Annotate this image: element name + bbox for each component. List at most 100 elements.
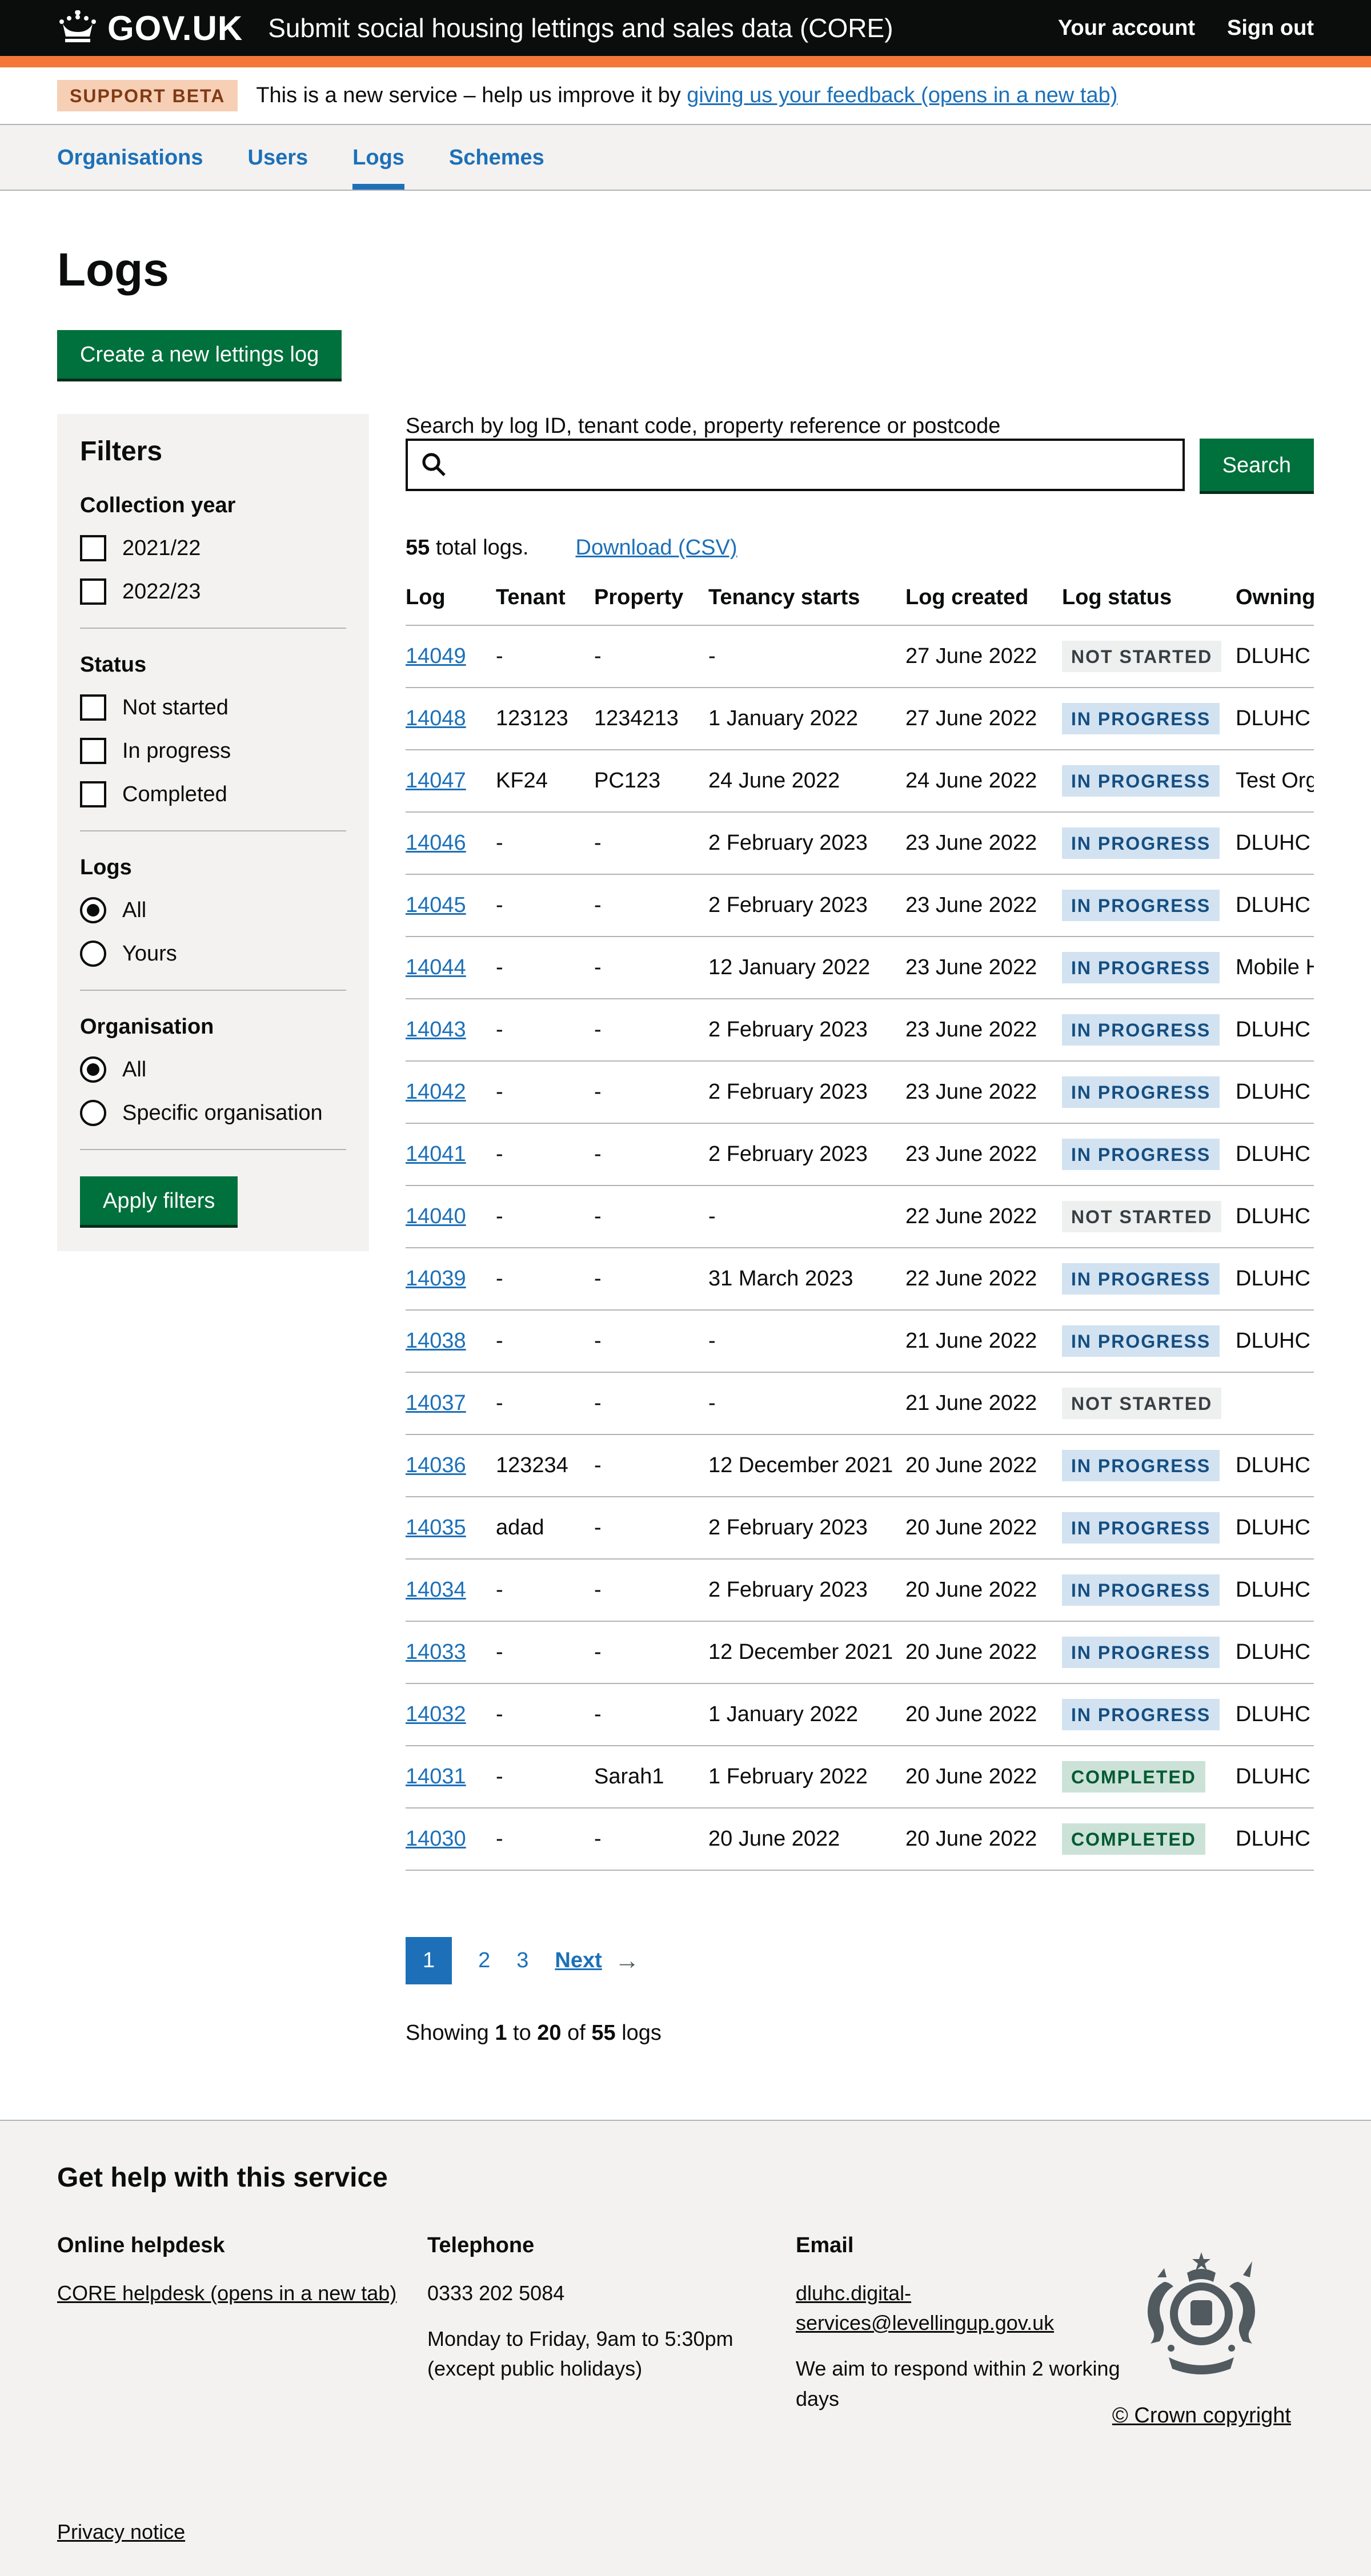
checkbox-input[interactable] — [80, 694, 106, 721]
log-id-link[interactable]: 14047 — [406, 769, 466, 793]
status-badge: COMPLETED — [1062, 1823, 1205, 1855]
pagination-page-link[interactable]: 2 — [478, 1948, 490, 1972]
log-id-link[interactable]: 14033 — [406, 1640, 466, 1664]
checkbox-input[interactable] — [80, 738, 106, 764]
log-id-link[interactable]: 14038 — [406, 1329, 466, 1353]
log-id-link[interactable]: 14031 — [406, 1765, 466, 1789]
log-id-link[interactable]: 14032 — [406, 1702, 466, 1726]
property-cell: - — [594, 1061, 708, 1123]
table-row: 14043--2 February 202323 June 2022IN PRO… — [406, 999, 1314, 1061]
log-id-link[interactable]: 14043 — [406, 1018, 466, 1042]
telephone-hours: Monday to Friday, 9am to 5:30pm (except … — [427, 2324, 796, 2384]
log-created-cell: 21 June 2022 — [905, 1310, 1062, 1372]
search-label: Search by log ID, tenant code, property … — [406, 414, 1000, 438]
log-created-cell: 20 June 2022 — [905, 1497, 1062, 1559]
sign-out-link[interactable]: Sign out — [1227, 16, 1314, 41]
download-csv-link[interactable]: Download (CSV) — [576, 536, 737, 560]
property-cell: - — [594, 1683, 708, 1746]
tenancy-starts-cell: 2 February 2023 — [708, 812, 905, 874]
radio-input[interactable] — [80, 941, 106, 967]
log-id-link[interactable]: 14048 — [406, 706, 466, 730]
tenancy-starts-cell: 1 February 2022 — [708, 1746, 905, 1808]
header-account-nav: Your account Sign out — [1058, 16, 1314, 41]
owning-organisation-cell: DLUHC Test — [1236, 812, 1314, 874]
feedback-link[interactable]: giving us your feedback (opens in a new … — [687, 83, 1117, 107]
table-row: 14047KF24PC12324 June 202224 June 2022IN… — [406, 750, 1314, 812]
log-id-link[interactable]: 14044 — [406, 955, 466, 979]
govuk-logo[interactable]: GOV.UK — [57, 9, 243, 48]
status-badge: NOT STARTED — [1062, 1388, 1221, 1419]
search-input[interactable] — [406, 439, 1185, 491]
core-helpdesk-link[interactable]: CORE helpdesk (opens in a new tab) — [57, 2281, 396, 2305]
pagination-next-link[interactable]: Next — [555, 1948, 602, 1973]
radio-input[interactable] — [80, 1100, 106, 1126]
status-badge: COMPLETED — [1062, 1761, 1205, 1793]
nav-item-schemes[interactable]: Schemes — [449, 125, 544, 190]
tenancy-starts-cell: 1 January 2022 — [708, 1683, 905, 1746]
radio-input[interactable] — [80, 897, 106, 923]
filter-option-label: All — [122, 1058, 146, 1082]
tenancy-starts-cell: - — [708, 1185, 905, 1248]
log-status-cell: IN PROGRESS — [1062, 1061, 1236, 1123]
owning-organisation-cell: DLUHC — [1236, 625, 1314, 688]
tenancy-starts-cell: 31 March 2023 — [708, 1248, 905, 1310]
property-cell: - — [594, 999, 708, 1061]
tenant-cell: - — [496, 1310, 594, 1372]
pagination-current-page[interactable]: 1 — [406, 1937, 452, 1984]
property-cell: - — [594, 625, 708, 688]
radio-input[interactable] — [80, 1056, 106, 1083]
log-id-link[interactable]: 14041 — [406, 1142, 466, 1166]
property-cell: - — [594, 1310, 708, 1372]
log-id-link[interactable]: 14042 — [406, 1080, 466, 1104]
log-id-link[interactable]: 14049 — [406, 644, 466, 668]
log-created-cell: 24 June 2022 — [905, 750, 1062, 812]
crown-copyright-link[interactable]: © Crown copyright — [1112, 2404, 1291, 2428]
tenancy-starts-cell: - — [708, 1372, 905, 1434]
service-name[interactable]: Submit social housing lettings and sales… — [268, 13, 893, 43]
tenancy-starts-cell: - — [708, 625, 905, 688]
checkbox-input[interactable] — [80, 781, 106, 807]
table-row: 14036123234-12 December 202120 June 2022… — [406, 1434, 1314, 1497]
log-id-link[interactable]: 14046 — [406, 831, 466, 855]
table-row: 14033--12 December 202120 June 2022IN PR… — [406, 1621, 1314, 1683]
filters-divider — [80, 628, 346, 629]
royal-coat-of-arms-icon — [1130, 2377, 1273, 2387]
email-link[interactable]: dluhc.digital-services@levellingup.gov.u… — [796, 2281, 1054, 2334]
table-row: 14044--12 January 202223 June 2022IN PRO… — [406, 937, 1314, 999]
nav-item-organisations[interactable]: Organisations — [57, 125, 203, 190]
nav-item-users[interactable]: Users — [248, 125, 308, 190]
checkbox-input[interactable] — [80, 578, 106, 605]
your-account-link[interactable]: Your account — [1058, 16, 1195, 41]
privacy-notice-link[interactable]: Privacy notice — [57, 2520, 185, 2544]
tenant-cell: - — [496, 812, 594, 874]
log-id-link[interactable]: 14030 — [406, 1827, 466, 1851]
log-id-link[interactable]: 14035 — [406, 1516, 466, 1540]
footer-heading: Get help with this service — [57, 2162, 1314, 2193]
status-badge: IN PROGRESS — [1062, 1014, 1220, 1046]
log-status-cell: COMPLETED — [1062, 1808, 1236, 1870]
log-id-link[interactable]: 14036 — [406, 1453, 466, 1477]
create-lettings-log-button[interactable]: Create a new lettings log — [57, 330, 342, 379]
log-id-link[interactable]: 14045 — [406, 893, 466, 917]
log-id-link[interactable]: 14040 — [406, 1204, 466, 1228]
nav-item-logs[interactable]: Logs — [352, 125, 404, 190]
tenant-cell: - — [496, 1372, 594, 1434]
table-row: 14035adad-2 February 202320 June 2022IN … — [406, 1497, 1314, 1559]
filter-option-label: Completed — [122, 782, 227, 807]
log-id-link[interactable]: 14039 — [406, 1267, 466, 1291]
log-id-link[interactable]: 14037 — [406, 1391, 466, 1415]
status-badge: IN PROGRESS — [1062, 827, 1220, 859]
table-row: 14038---21 June 2022IN PROGRESSDLUHC — [406, 1310, 1314, 1372]
table-row: 14031-Sarah11 February 202220 June 2022C… — [406, 1746, 1314, 1808]
owning-organisation-cell: DLUHC Test — [1236, 1248, 1314, 1310]
pagination-page-link[interactable]: 3 — [516, 1948, 528, 1972]
checkbox-input[interactable] — [80, 535, 106, 561]
search-button[interactable]: Search — [1200, 439, 1314, 491]
apply-filters-button[interactable]: Apply filters — [80, 1176, 238, 1225]
log-id-link[interactable]: 14034 — [406, 1578, 466, 1602]
log-created-cell: 21 June 2022 — [905, 1372, 1062, 1434]
tenancy-starts-cell: 12 December 2021 — [708, 1621, 905, 1683]
beta-tag: SUPPORT BETA — [57, 80, 238, 111]
phase-banner-text: This is a new service – help us improve … — [256, 83, 1117, 108]
tenant-cell: 123234 — [496, 1434, 594, 1497]
